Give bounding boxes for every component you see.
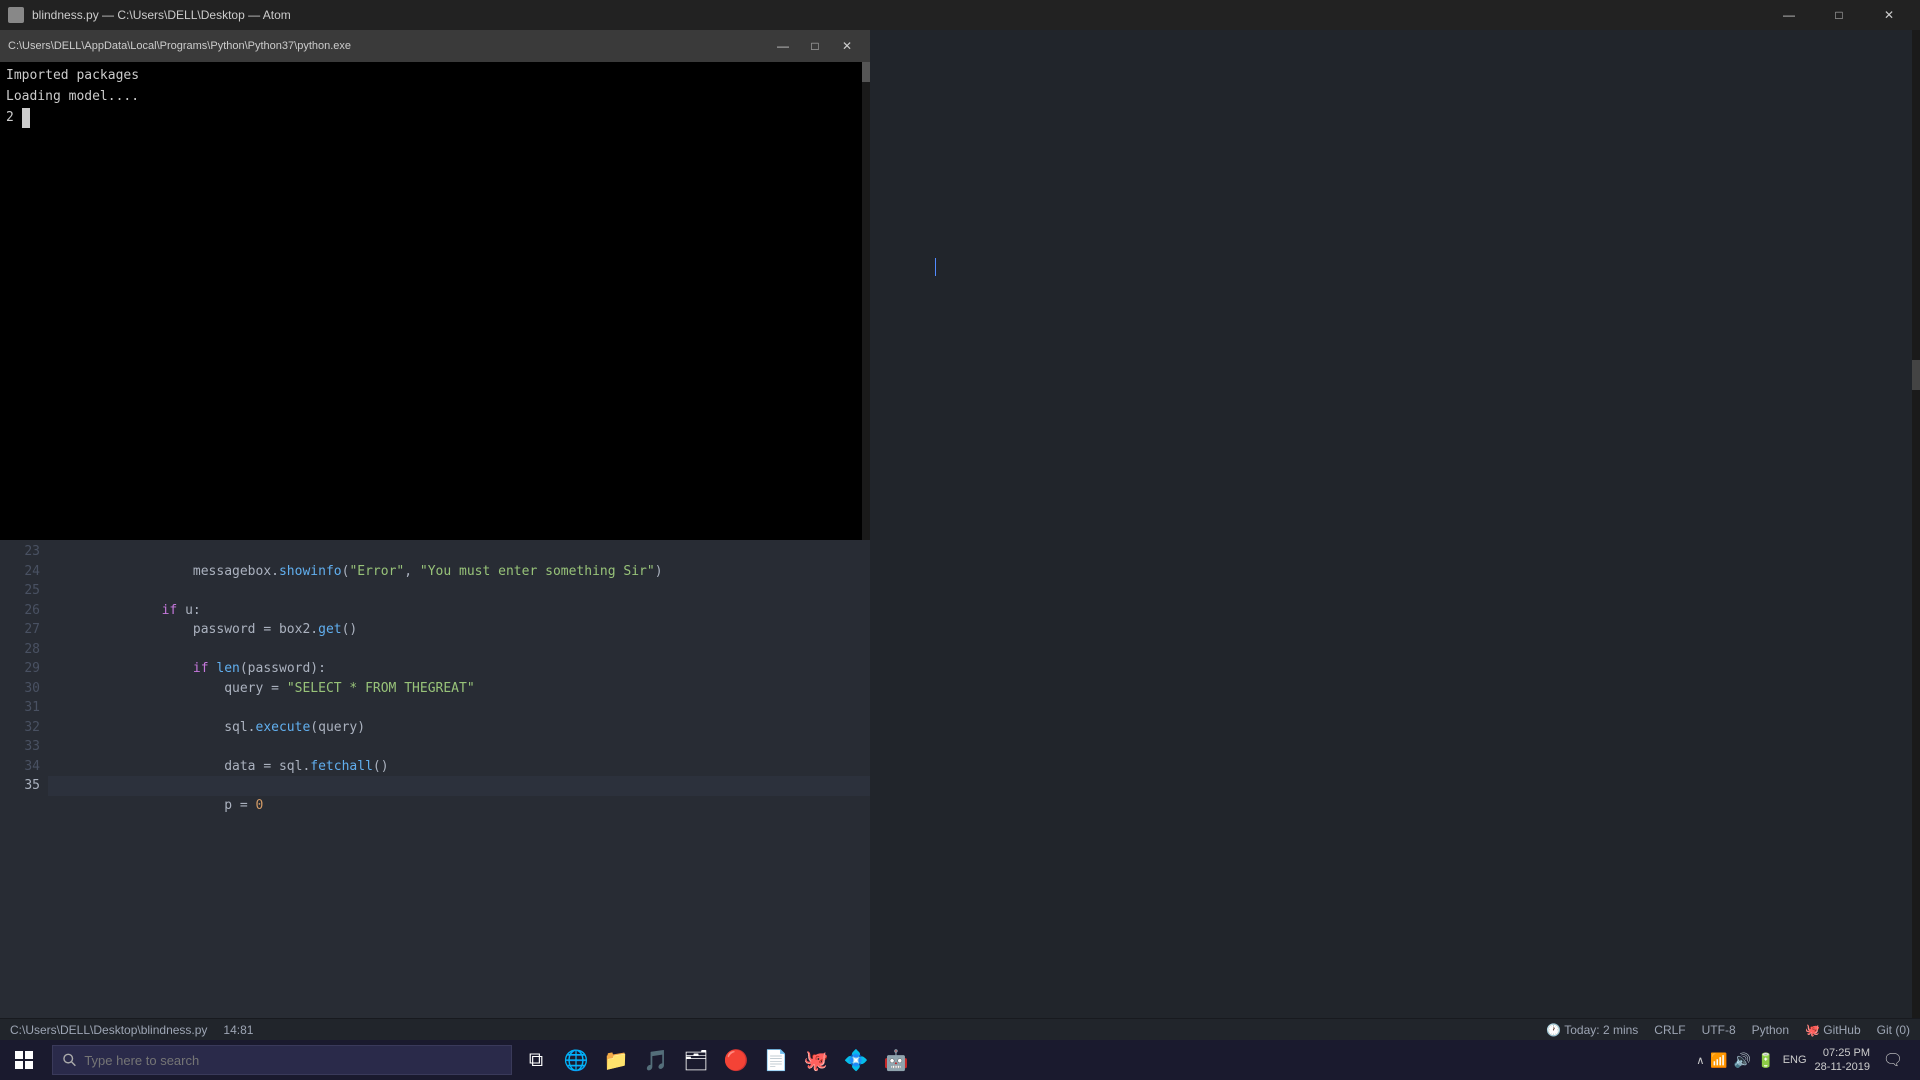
terminal-line-1: Imported packages bbox=[6, 66, 864, 87]
terminal-minimize[interactable]: — bbox=[768, 35, 798, 57]
line-num-31: 31 bbox=[8, 698, 40, 718]
github-label: 🐙 GitHub bbox=[1805, 1023, 1861, 1037]
wifi-icon: 📶 bbox=[1710, 1052, 1727, 1069]
app-icon-6[interactable]: 🔴 bbox=[716, 1040, 756, 1080]
start-button[interactable] bbox=[0, 1040, 48, 1080]
terminal-maximize[interactable]: □ bbox=[800, 35, 830, 57]
status-right: 🕐 Today: 2 mins CRLF UTF-8 Python 🐙 GitH… bbox=[1546, 1023, 1910, 1037]
spotify-icon[interactable]: 🎵 bbox=[636, 1040, 676, 1080]
terminal-content[interactable]: Imported packages Loading model.... 2 bbox=[0, 62, 870, 540]
terminal-cursor-line: 2 bbox=[6, 108, 864, 129]
line-num-25: 25 bbox=[8, 581, 40, 601]
right-scrollbar[interactable] bbox=[1912, 30, 1920, 1040]
line-num-29: 29 bbox=[8, 659, 40, 679]
code-line-23: messagebox.showinfo("Error", "You must e… bbox=[48, 542, 870, 562]
edge-icon[interactable]: 🌐 bbox=[556, 1040, 596, 1080]
clock-date: 28-11-2019 bbox=[1815, 1060, 1870, 1074]
clock: 07:25 PM 28-11-2019 bbox=[1815, 1046, 1870, 1075]
line-num-34: 34 bbox=[8, 757, 40, 777]
terminal-scrollbar[interactable] bbox=[862, 62, 870, 540]
language: Python bbox=[1752, 1023, 1789, 1037]
code-line-33: data = sql.fetchall() bbox=[48, 737, 870, 757]
hidden-icons-arrow[interactable]: ∧ bbox=[1696, 1054, 1704, 1067]
line-num-27: 27 bbox=[8, 620, 40, 640]
search-input[interactable] bbox=[84, 1053, 501, 1068]
notification-time: 🕐 Today: 2 mins bbox=[1546, 1023, 1638, 1037]
terminal-close[interactable]: ✕ bbox=[832, 35, 862, 57]
code-line-28: if len(password): bbox=[48, 640, 870, 660]
adobe-icon[interactable]: 📄 bbox=[756, 1040, 796, 1080]
line-num-35: 35 bbox=[8, 776, 40, 796]
line-num-23: 23 bbox=[8, 542, 40, 562]
terminal-line-2: Loading model.... bbox=[6, 87, 864, 108]
file-path: C:\Users\DELL\Desktop\blindness.py bbox=[10, 1023, 207, 1037]
taskbar: ⧉ 🌐 📁 🎵 🗂 🔴 📄 🐙 💠 🤖 ∧ 📶 🔊 🔋 ENG 07:25 PM… bbox=[0, 1040, 1920, 1080]
code-line-35: p = 0 bbox=[48, 776, 870, 796]
line-num-24: 24 bbox=[8, 562, 40, 582]
main-area: C:\Users\DELL\AppData\Local\Programs\Pyt… bbox=[0, 30, 1920, 1040]
code-editor[interactable]: 23 24 25 26 27 28 29 30 31 32 33 34 35 m… bbox=[0, 540, 870, 1040]
window-title: blindness.py — C:\Users\DELL\Desktop — A… bbox=[32, 8, 291, 22]
encoding: UTF-8 bbox=[1702, 1023, 1736, 1037]
status-bar: C:\Users\DELL\Desktop\blindness.py 14:81… bbox=[0, 1018, 1920, 1040]
atom-icon bbox=[8, 7, 24, 23]
terminal-titlebar: C:\Users\DELL\AppData\Local\Programs\Pyt… bbox=[0, 30, 870, 62]
line-ending: CRLF bbox=[1654, 1023, 1685, 1037]
line-num-26: 26 bbox=[8, 601, 40, 621]
terminal-scrollbar-thumb bbox=[862, 62, 870, 82]
sound-icon: 🔊 bbox=[1734, 1052, 1751, 1069]
explorer2-icon[interactable]: 🗂 bbox=[676, 1040, 716, 1080]
line-num-32: 32 bbox=[8, 718, 40, 738]
notification-button[interactable]: 🗨 bbox=[1878, 1040, 1908, 1080]
window-controls: — □ ✕ bbox=[1766, 0, 1912, 30]
status-left: C:\Users\DELL\Desktop\blindness.py 14:81 bbox=[10, 1023, 253, 1037]
taskbar-left: ⧉ 🌐 📁 🎵 🗂 🔴 📄 🐙 💠 🤖 bbox=[0, 1040, 916, 1080]
github-desktop-icon[interactable]: 🐙 bbox=[796, 1040, 836, 1080]
cursor-position: 14:81 bbox=[223, 1023, 253, 1037]
close-button[interactable]: ✕ bbox=[1866, 0, 1912, 30]
editor-cursor bbox=[935, 258, 936, 276]
git-label: Git (0) bbox=[1877, 1023, 1910, 1037]
code-content[interactable]: messagebox.showinfo("Error", "You must e… bbox=[48, 540, 870, 1040]
line-numbers: 23 24 25 26 27 28 29 30 31 32 33 34 35 bbox=[0, 540, 48, 1040]
battery-icon: 🔋 bbox=[1757, 1052, 1774, 1069]
search-bar[interactable] bbox=[52, 1045, 512, 1075]
terminal-window: C:\Users\DELL\AppData\Local\Programs\Pyt… bbox=[0, 30, 870, 540]
file-explorer-icon[interactable]: 📁 bbox=[596, 1040, 636, 1080]
app-icon-10[interactable]: 🤖 bbox=[876, 1040, 916, 1080]
clock-time: 07:25 PM bbox=[1815, 1046, 1870, 1060]
maximize-button[interactable]: □ bbox=[1816, 0, 1862, 30]
right-panel bbox=[870, 30, 1920, 1040]
language-indicator: ENG bbox=[1783, 1054, 1807, 1066]
code-line-31: sql.execute(query) bbox=[48, 698, 870, 718]
code-line-25: if u: bbox=[48, 581, 870, 601]
line-num-28: 28 bbox=[8, 640, 40, 660]
minimize-button[interactable]: — bbox=[1766, 0, 1812, 30]
title-bar: blindness.py — C:\Users\DELL\Desktop — A… bbox=[0, 0, 1920, 30]
app-icon-9[interactable]: 💠 bbox=[836, 1040, 876, 1080]
line-num-33: 33 bbox=[8, 737, 40, 757]
terminal-controls: — □ ✕ bbox=[768, 35, 862, 57]
system-icons: ∧ 📶 🔊 🔋 bbox=[1696, 1052, 1774, 1069]
taskbar-right: ∧ 📶 🔊 🔋 ENG 07:25 PM 28-11-2019 🗨 bbox=[1684, 1040, 1920, 1080]
title-left: blindness.py — C:\Users\DELL\Desktop — A… bbox=[8, 7, 291, 23]
line-num-30: 30 bbox=[8, 679, 40, 699]
editor-panel: C:\Users\DELL\AppData\Local\Programs\Pyt… bbox=[0, 30, 870, 1040]
terminal-path: C:\Users\DELL\AppData\Local\Programs\Pyt… bbox=[8, 40, 351, 52]
right-scrollbar-thumb bbox=[1912, 360, 1920, 390]
task-view-button[interactable]: ⧉ bbox=[516, 1040, 556, 1080]
